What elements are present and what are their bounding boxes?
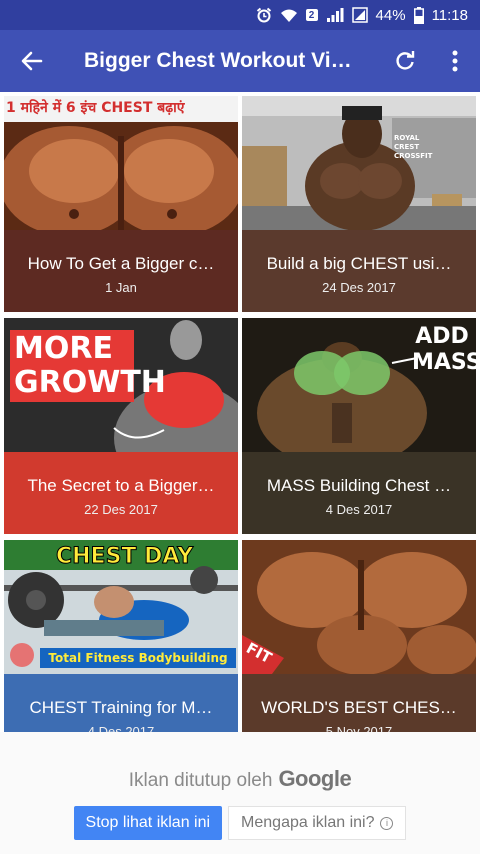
video-thumbnail[interactable]: MORE GROWTH xyxy=(4,318,238,452)
ad-closed-line: Iklan ditutup oleh Google xyxy=(0,766,480,792)
thumbnail-overlay-text: ADD MASS xyxy=(412,324,476,375)
video-card[interactable]: 1 महिने में 6 इंच CHEST बढ़ाएं How To Ge… xyxy=(4,96,238,312)
status-bar: 2 44% 11:18 xyxy=(0,0,480,30)
thumbnail-overlay-text: MORE GROWTH xyxy=(10,330,166,402)
more-vert-icon xyxy=(452,50,458,72)
video-date: 4 Des 2017 xyxy=(325,502,393,517)
video-card[interactable]: FIT WORLD'S BEST CHES… 5 Nov 2017 xyxy=(242,540,476,732)
video-title: How To Get a Bigger c… xyxy=(27,254,215,273)
ad-closed-banner: Iklan ditutup oleh Google Stop lihat ikl… xyxy=(0,732,480,854)
video-title: The Secret to a Bigger… xyxy=(27,476,215,495)
video-card[interactable]: ROYAL CREST CROSSFIT Build a big CHEST u… xyxy=(242,96,476,312)
page-title: Bigger Chest Workout Vi… xyxy=(84,49,352,72)
wifi-icon xyxy=(280,8,298,23)
video-caption: WORLD'S BEST CHES… 5 Nov 2017 xyxy=(242,674,476,732)
refresh-button[interactable] xyxy=(380,30,430,92)
video-date: 1 Jan xyxy=(105,280,137,295)
signal-icon xyxy=(326,7,344,23)
battery-percent: 44% xyxy=(375,6,406,24)
video-thumbnail[interactable]: ADD MASS xyxy=(242,318,476,452)
overflow-menu-button[interactable] xyxy=(430,30,480,92)
alarm-icon xyxy=(256,7,272,23)
video-thumbnail[interactable]: 1 महिने में 6 इंच CHEST बढ़ाएं xyxy=(4,96,238,230)
thumbnail-overlay-text: 1 महिने में 6 इंच CHEST बढ़ाएं xyxy=(6,100,185,116)
video-thumbnail[interactable]: ROYAL CREST CROSSFIT xyxy=(242,96,476,230)
video-caption: CHEST Training for M… 4 Des 2017 xyxy=(4,674,238,732)
video-thumbnail[interactable]: FIT xyxy=(242,540,476,674)
refresh-icon xyxy=(396,51,415,70)
video-caption: How To Get a Bigger c… 1 Jan xyxy=(4,230,238,312)
video-title: MASS Building Chest … xyxy=(266,476,452,495)
video-title: CHEST Training for M… xyxy=(29,698,213,717)
video-caption: Build a big CHEST usi… 24 Des 2017 xyxy=(242,230,476,312)
video-date: 5 Nov 2017 xyxy=(325,724,393,732)
ad-buttons: Stop lihat iklan ini Mengapa iklan ini? … xyxy=(0,806,480,840)
video-card[interactable]: ADD MASS MASS Building Chest … 4 Des 201… xyxy=(242,318,476,534)
clock: 11:18 xyxy=(431,6,468,24)
video-grid: 1 महिने में 6 इंच CHEST बढ़ाएं How To Ge… xyxy=(0,92,480,732)
google-logo-text: Google xyxy=(278,766,352,791)
app-bar: Bigger Chest Workout Vi… xyxy=(0,30,480,92)
video-caption: MASS Building Chest … 4 Des 2017 xyxy=(242,452,476,534)
notification-badge: 2 xyxy=(305,9,318,21)
video-thumbnail[interactable]: CHEST DAY Total Fitness Bodybuilding xyxy=(4,540,238,674)
thumbnail-overlay-text: CHEST DAY xyxy=(55,544,194,570)
video-caption: The Secret to a Bigger… 22 Des 2017 xyxy=(4,452,238,534)
video-title: Build a big CHEST usi… xyxy=(266,254,452,273)
video-date: 22 Des 2017 xyxy=(84,502,158,517)
video-title: WORLD'S BEST CHES… xyxy=(261,698,457,717)
thumbnail-overlay-subtext: Total Fitness Bodybuilding xyxy=(40,648,236,668)
battery-icon xyxy=(413,6,424,24)
thumbnail-overlay-text: ROYAL CREST CROSSFIT xyxy=(394,134,433,160)
video-date: 24 Des 2017 xyxy=(322,280,396,295)
why-this-ad-label: Mengapa iklan ini? xyxy=(241,814,375,831)
video-date: 4 Des 2017 xyxy=(87,724,155,732)
signal-icon-2 xyxy=(351,7,368,23)
info-icon: i xyxy=(380,816,394,830)
video-card[interactable]: CHEST DAY Total Fitness Bodybuilding CHE… xyxy=(4,540,238,732)
arrow-back-icon xyxy=(21,51,43,71)
why-this-ad-button[interactable]: Mengapa iklan ini? i xyxy=(228,806,407,840)
video-card[interactable]: MORE GROWTH The Secret to a Bigger… 22 D… xyxy=(4,318,238,534)
ad-closed-text: Iklan ditutup oleh xyxy=(128,770,273,791)
stop-seeing-ad-button[interactable]: Stop lihat iklan ini xyxy=(73,806,223,840)
back-button[interactable] xyxy=(0,30,64,92)
